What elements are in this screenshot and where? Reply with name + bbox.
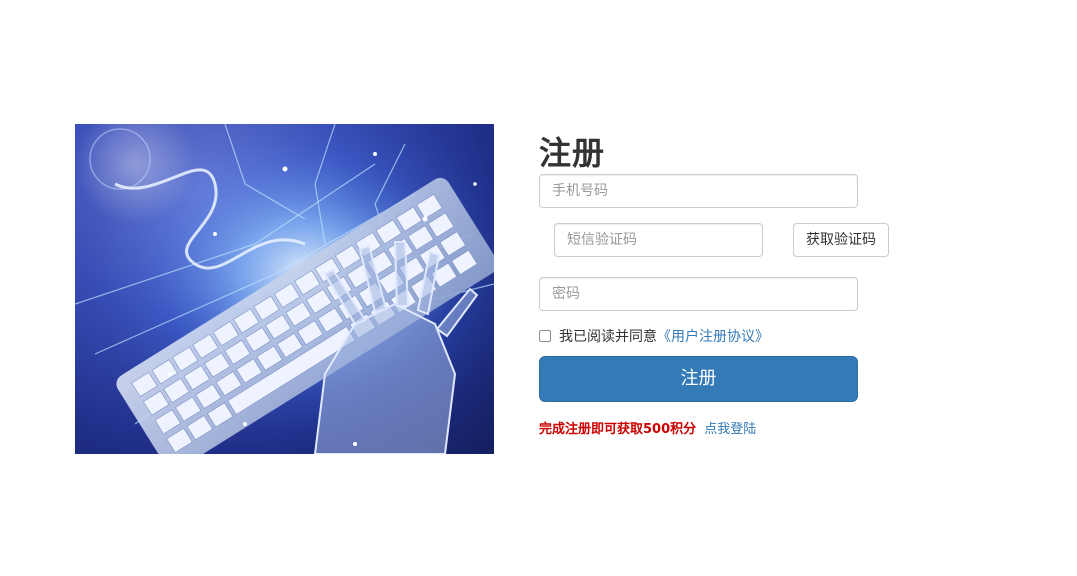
agree-checkbox[interactable]	[539, 330, 551, 342]
phone-input[interactable]: 手机号码	[539, 174, 858, 208]
register-button[interactable]: 注册	[539, 356, 858, 402]
hero-illustration	[75, 124, 494, 454]
agree-text: 我已阅读并同意	[559, 329, 657, 345]
password-input[interactable]: 密码	[539, 277, 858, 311]
sms-code-input[interactable]: 短信验证码	[554, 223, 763, 257]
get-code-button[interactable]: 获取验证码	[793, 223, 889, 257]
promo-text: 完成注册即可获取500积分	[539, 422, 697, 437]
page-title: 注册	[539, 134, 606, 172]
promo-line: 完成注册即可获取500积分 点我登陆	[539, 418, 756, 437]
robot-keyboard-image	[75, 124, 494, 454]
agreement-row: 我已阅读并同意 《用户注册协议》	[539, 326, 769, 346]
login-link[interactable]: 点我登陆	[704, 422, 756, 437]
agreement-link[interactable]: 《用户注册协议》	[657, 326, 769, 346]
register-page: 注册 手机号码 短信验证码 获取验证码 密码 我已阅读并同意 《用户注册协议》 …	[0, 0, 1077, 576]
